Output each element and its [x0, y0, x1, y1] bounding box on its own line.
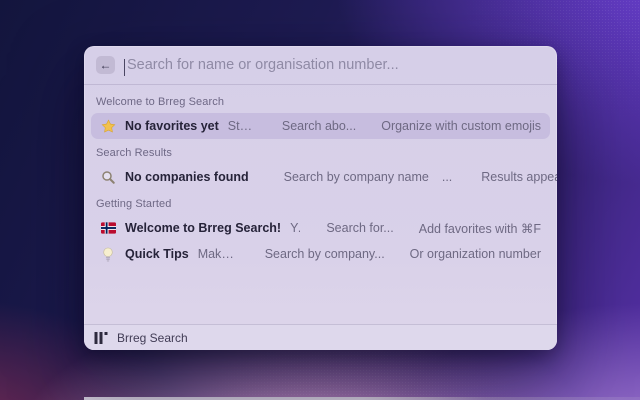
section-header-welcome: Welcome to Brreg Search — [96, 96, 225, 108]
star-icon — [100, 118, 116, 134]
item-subtitle: Make the most of your search experience — [197, 247, 239, 261]
item-detail: Search by company... — [264, 247, 385, 261]
footer-bar: Brreg Search — [84, 325, 557, 350]
footer-app-name: Brreg Search — [117, 330, 188, 345]
section-header-search-results: Search Results — [96, 147, 172, 159]
item-detail: Search for... — [326, 221, 394, 235]
norway-flag-icon — [100, 220, 116, 236]
list-item-no-companies[interactable]: No companies found Try adjusting your se… — [91, 164, 557, 190]
item-detail: Search abo... — [281, 119, 357, 133]
item-accessory: Organize with custom emojis — [381, 119, 541, 133]
search-bar: ← — [84, 46, 557, 84]
item-title: Welcome to Brreg Search! — [125, 221, 282, 235]
footer: Brreg Search — [84, 324, 557, 350]
item-accessory: Or organization number — [409, 247, 541, 261]
item-subtitle: Your gateway to Norwegian busines... — [290, 221, 300, 235]
item-title: Quick Tips — [125, 247, 189, 261]
launcher-window: ← Welcome to Brreg Search No favorites y… — [84, 46, 557, 350]
item-detail: Search by company name — [283, 170, 429, 184]
search-field-wrap — [124, 57, 545, 76]
item-detail-ellipsis: ... — [441, 170, 453, 184]
back-button[interactable]: ← — [96, 56, 115, 74]
list-item-quick-tips[interactable]: Quick Tips Make the most of your search … — [91, 241, 550, 267]
item-subtitle: Start building your collection of compan… — [227, 119, 256, 133]
item-title: No favorites yet — [125, 119, 219, 133]
search-input[interactable] — [124, 57, 545, 73]
brreg-logo-icon — [94, 331, 108, 345]
item-accessory: Results appear here — [481, 170, 557, 184]
back-arrow-icon: ← — [99, 58, 112, 72]
results-list: Welcome to Brreg Search No favorites yet… — [84, 85, 557, 324]
magnifier-icon — [100, 169, 116, 185]
list-item-no-favorites[interactable]: No favorites yet Start building your col… — [91, 113, 550, 139]
text-caret — [124, 59, 125, 76]
lightbulb-icon — [100, 246, 116, 262]
item-title: No companies found — [125, 170, 249, 184]
list-item-welcome[interactable]: Welcome to Brreg Search! Your gateway to… — [91, 215, 550, 241]
section-header-getting-started: Getting Started — [96, 198, 172, 210]
item-accessory: Add favorites with ⌘F — [418, 221, 541, 236]
